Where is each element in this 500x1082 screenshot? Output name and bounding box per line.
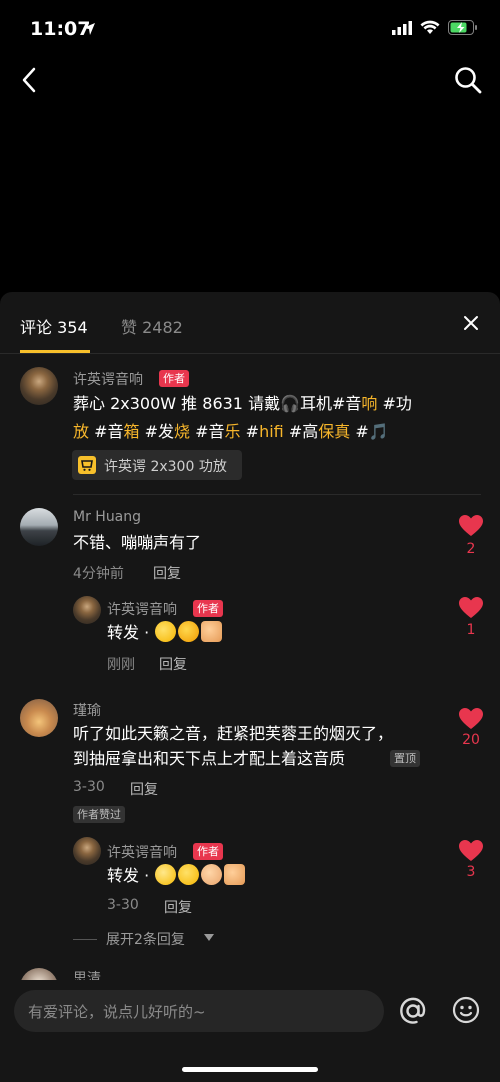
comment-time: 3-30 — [73, 779, 105, 795]
back-arrow-icon[interactable] — [14, 64, 46, 96]
home-indicator — [182, 1067, 318, 1072]
comment-text-line: 葬心 2x300W 推 8631 请戴🎧耳机#音响 #功 — [73, 390, 433, 418]
grin-emoji-icon — [155, 864, 177, 885]
hashtag-highlight[interactable]: 箱 — [124, 422, 140, 441]
product-link-chip[interactable]: 许英谔 2x300 功放 — [72, 450, 242, 480]
like-count: 20 — [462, 732, 480, 748]
cellular-signal-icon — [392, 20, 412, 35]
heart-icon[interactable] — [458, 707, 484, 731]
comment-username[interactable]: 许英谔音响 — [73, 369, 143, 389]
comment-text-line: 到抽屉拿出和天下点上才配上着这音质 — [73, 749, 346, 768]
avatar[interactable] — [73, 837, 101, 865]
comment-input-placeholder: 有爱评论，说点儿好听的~ — [28, 1003, 206, 1021]
rofl-emoji-icon — [178, 864, 200, 885]
comment-text: 不错、嘣嘣声有了 — [73, 533, 202, 552]
tab-comments[interactable]: 评论 354 — [20, 314, 88, 338]
reply-time: 刚刚 — [107, 657, 135, 673]
comment-text-segment: # — [350, 422, 369, 441]
reply-text: 转发 · — [107, 619, 223, 647]
hashtag-highlight[interactable]: 放 — [73, 422, 89, 441]
emoji-picker-icon[interactable] — [452, 996, 480, 1024]
comment-time: 4分钟前 — [73, 566, 124, 582]
comment-text-segment: #高 — [283, 422, 319, 441]
hashtag-highlight[interactable]: 保真 — [318, 422, 350, 441]
thumbs-up-emoji-icon — [224, 864, 246, 885]
author-badge: 作者 — [159, 370, 189, 387]
reply-text-content: 转发 · — [107, 623, 155, 642]
comment-text-line: 听了如此天籁之音，赶紧把芙蓉王的烟灭了， — [73, 724, 394, 743]
expand-replies-label: 展开2条回复 — [106, 932, 185, 948]
comment-username[interactable]: Mr Huang — [73, 509, 141, 525]
comment-text: 葬心 2x300W 推 8631 请戴🎧耳机#音响 #功 放 #音箱 #发烧 #… — [73, 390, 433, 446]
heart-icon[interactable] — [458, 839, 484, 863]
comment-text-segment: # — [240, 422, 260, 441]
product-label: 许英谔 2x300 功放 — [104, 459, 227, 475]
status-bar: 11:07 — [0, 0, 500, 60]
author-liked-badge: 作者赞过 — [73, 806, 125, 823]
caret-down-icon — [204, 934, 214, 941]
scream-emoji-icon — [178, 621, 200, 642]
reply-time: 3-30 — [107, 897, 139, 913]
pinned-badge: 置顶 — [390, 750, 420, 767]
hashtag-highlight[interactable]: hifi — [259, 422, 284, 441]
reply-button[interactable]: 回复 — [153, 563, 181, 583]
like-count: 2 — [466, 541, 476, 557]
comment-text-segment: 耳机#音 — [300, 394, 362, 413]
heart-icon[interactable] — [458, 514, 484, 538]
comment-input[interactable]: 有爱评论，说点儿好听的~ — [14, 990, 384, 1032]
reply-username[interactable]: 许英谔音响 — [107, 599, 177, 619]
comment-text-segment: #音 — [190, 422, 225, 441]
close-icon[interactable] — [462, 314, 480, 332]
divider — [73, 494, 481, 495]
comment-text-segment: 🎵 — [368, 422, 389, 441]
tab-likes[interactable]: 赞 2482 — [121, 314, 183, 338]
reply-button[interactable]: 回复 — [164, 897, 192, 917]
wifi-icon — [420, 20, 440, 34]
comment-text-segment: #音 — [89, 422, 124, 441]
comment-text-segment: 🎧 — [280, 394, 300, 413]
thumbs-up-emoji-icon — [201, 621, 223, 642]
hashtag-highlight[interactable]: 乐 — [225, 422, 241, 441]
reply-button[interactable]: 回复 — [159, 654, 187, 674]
status-indicators — [392, 20, 478, 35]
hashtag-highlight[interactable]: 烧 — [174, 422, 190, 441]
heart-icon[interactable] — [458, 596, 484, 620]
avatar[interactable] — [20, 699, 58, 737]
reply-text: 转发 · — [107, 862, 246, 890]
shopping-cart-icon — [78, 456, 96, 474]
at-mention-icon[interactable] — [396, 994, 430, 1028]
reply-username[interactable]: 许英谔音响 — [107, 842, 177, 862]
battery-charging-icon — [448, 20, 477, 35]
author-badge: 作者 — [193, 600, 223, 617]
avatar[interactable] — [73, 596, 101, 624]
location-arrow-icon — [83, 23, 95, 35]
avatar[interactable] — [20, 508, 58, 546]
avatar[interactable] — [20, 367, 58, 405]
comment-username[interactable]: 瑾瑜 — [73, 700, 101, 720]
reply-button[interactable]: 回复 — [130, 779, 158, 799]
like-count: 1 — [466, 622, 476, 638]
hashtag-highlight[interactable]: 响 — [361, 394, 377, 413]
search-icon[interactable] — [452, 64, 484, 96]
expand-divider — [73, 939, 97, 940]
comment-tabs: 评论 354 赞 2482 — [0, 292, 500, 354]
comment-text-segment: #功 — [377, 394, 412, 413]
comment-text-segment: #发 — [139, 422, 175, 441]
comment-text-line: 放 #音箱 #发烧 #音乐 #hifi #高保真 #🎵 — [73, 418, 433, 446]
like-count: 3 — [466, 864, 476, 880]
comment-text-segment: 葬心 2x300W 推 8631 请戴 — [73, 394, 281, 413]
rofl-emoji-icon — [155, 621, 177, 642]
clap-emoji-icon — [201, 864, 223, 885]
author-badge: 作者 — [193, 843, 223, 860]
active-tab-indicator — [20, 350, 90, 353]
reply-text-content: 转发 · — [107, 866, 155, 885]
